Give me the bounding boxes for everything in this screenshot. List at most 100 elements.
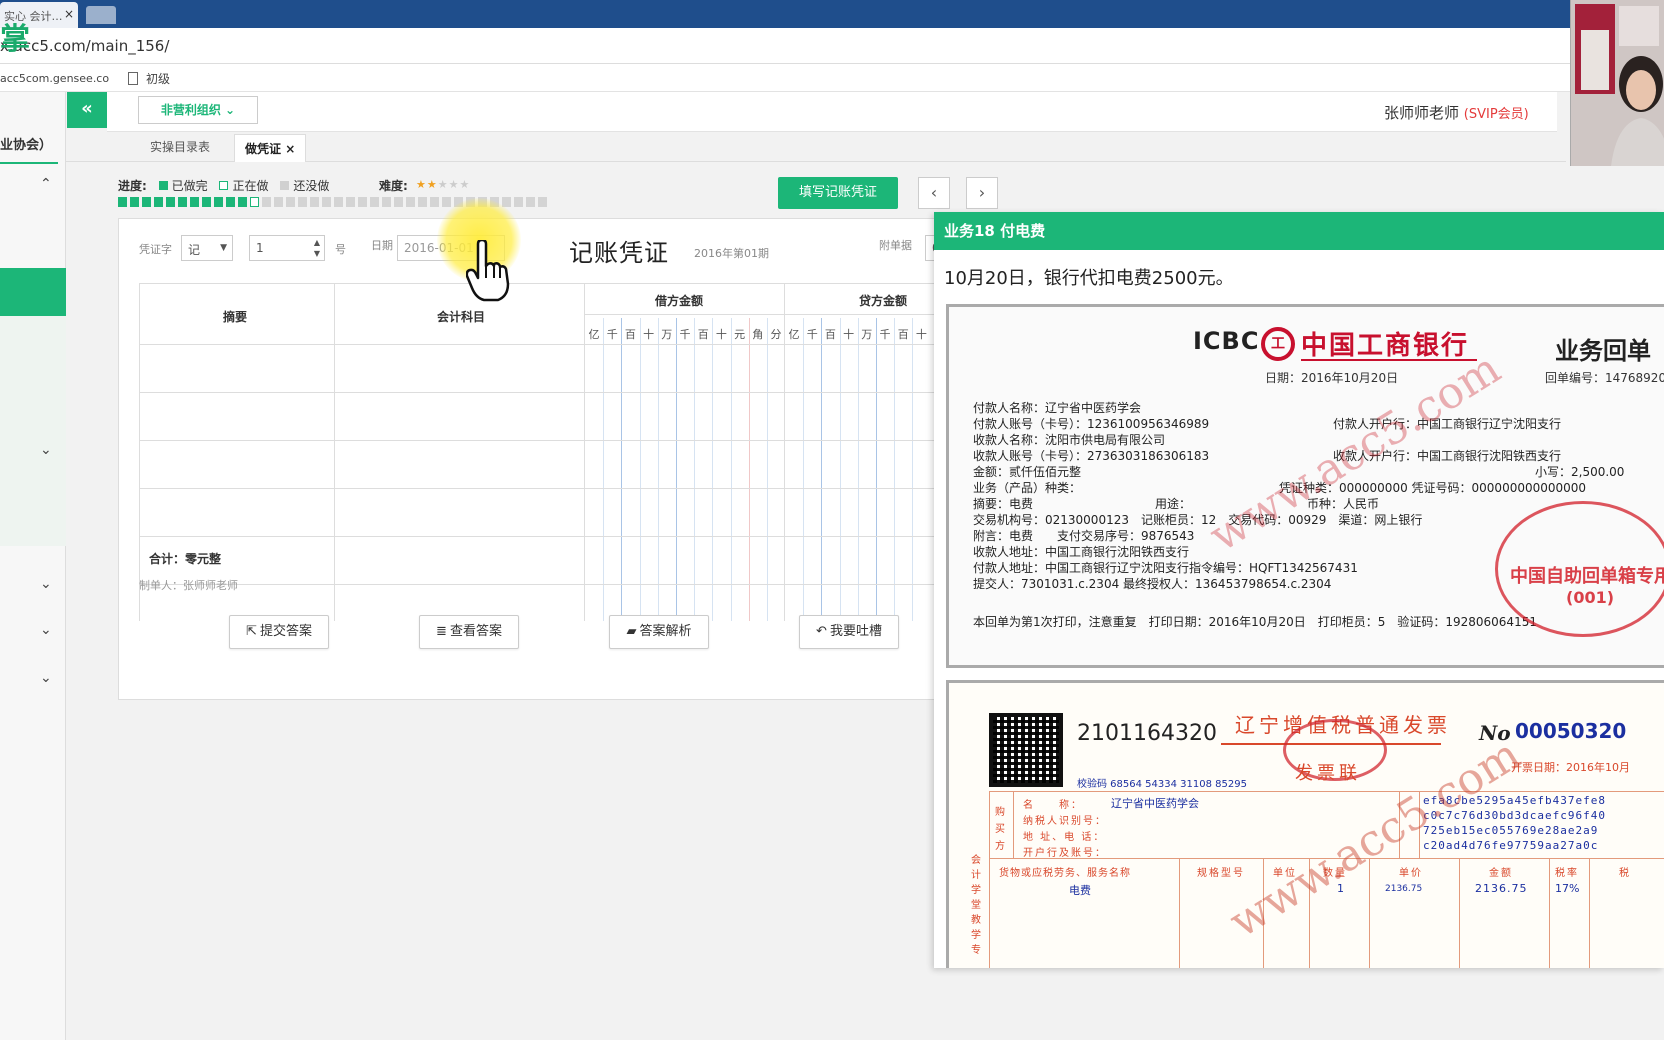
chevron-down-icon[interactable]: ⌄ xyxy=(40,622,52,638)
close-icon[interactable]: × xyxy=(285,142,295,156)
address-bar[interactable]: x.acc5.com/main_156/ xyxy=(0,28,1664,64)
voucher-row[interactable] xyxy=(139,392,937,393)
digit-label: 十 xyxy=(843,328,855,341)
progress-segment[interactable] xyxy=(238,197,247,207)
tab-practice-index[interactable]: 实操目录表 xyxy=(150,138,210,155)
digit-divider xyxy=(857,318,859,621)
progress-segment[interactable] xyxy=(178,197,187,207)
digit-label: 十 xyxy=(915,328,927,341)
buyer-side-label: 购买方 xyxy=(995,807,1007,852)
progress-segment[interactable] xyxy=(430,197,439,207)
app-header xyxy=(107,92,1557,132)
answer-analysis-button[interactable]: ▰ 答案解析 xyxy=(609,615,709,649)
chevron-down-icon[interactable]: ⌄ xyxy=(40,670,52,686)
chevron-down-icon[interactable]: ⌄ xyxy=(40,576,52,592)
sidebar-item-active[interactable] xyxy=(0,268,66,316)
external-link-icon: ⇱ xyxy=(246,624,257,639)
progress-segment[interactable] xyxy=(214,197,223,207)
invoice-number: 00050320 xyxy=(1515,719,1627,743)
voucher-period: 2016年第01期 xyxy=(694,247,769,260)
org-type-select[interactable]: 非营利组织 ⌄ xyxy=(138,96,258,124)
item-header-name: 货物或应税劳务、服务名称 xyxy=(999,868,1131,879)
bookmark-chuji[interactable]: 初级 xyxy=(128,70,170,87)
voucher-number-value: 1 xyxy=(256,241,264,255)
voucher-row[interactable] xyxy=(139,440,937,441)
chevron-up-icon[interactable]: ⌃ xyxy=(40,176,52,192)
screen: 实心 会计… × x.acc5.com/main_156/ 掌 acc5com.… xyxy=(0,0,1664,1040)
progress-segment[interactable] xyxy=(334,197,343,207)
progress-segment[interactable] xyxy=(202,197,211,207)
account-header: 会计科目 xyxy=(437,310,486,324)
progress-segment[interactable] xyxy=(166,197,175,207)
progress-segment[interactable] xyxy=(526,197,535,207)
new-tab-button[interactable] xyxy=(86,6,116,24)
progress-segment[interactable] xyxy=(346,197,355,207)
payer-address: 付款人地址：中国工商银行辽宁沈阳支行指令编号：HQFT1342567431 xyxy=(973,561,1358,575)
voucher-row[interactable] xyxy=(139,488,937,489)
submit-answer-button[interactable]: ⇱ 提交答案 xyxy=(229,615,329,649)
bank-receipt-image[interactable]: ICBC 工 中国工商银行 业务回单（ 日期：2016年10月20日 回单编号：… xyxy=(946,304,1664,668)
buyer-name-label: 名 称： xyxy=(1023,800,1083,811)
chevron-down-icon[interactable]: ⌄ xyxy=(40,442,52,458)
item-name: 电费 xyxy=(1069,884,1091,897)
progress-segment[interactable] xyxy=(118,197,127,207)
total-label: 合计：零元整 xyxy=(149,552,222,566)
stepper-arrows-icon[interactable]: ▲ ▼ xyxy=(314,237,320,259)
progress-segment[interactable] xyxy=(190,197,199,207)
star-icon: ★ xyxy=(459,178,471,191)
progress-segment[interactable] xyxy=(442,197,451,207)
fill-voucher-button[interactable]: 填写记账凭证 xyxy=(778,177,898,209)
digit-divider xyxy=(676,318,677,621)
vat-invoice-image[interactable]: 2101164320 辽宁增值税普通发票 发票联 No 00050320 开票日… xyxy=(946,680,1664,968)
progress-segment[interactable] xyxy=(298,197,307,207)
payer-account: 付款人账号（卡号）：1236100956346989 xyxy=(973,417,1210,431)
collapse-sidebar-button[interactable]: « xyxy=(67,92,107,128)
star-icon: ★ xyxy=(437,178,449,191)
digit-label: 百 xyxy=(897,328,909,341)
progress-segment[interactable] xyxy=(250,197,259,207)
view-answer-button[interactable]: ≣ 查看答案 xyxy=(419,615,519,649)
buyer-name: 辽宁省中医药学会 xyxy=(1111,797,1199,810)
progress-segment[interactable] xyxy=(226,197,235,207)
progress-segment[interactable] xyxy=(538,197,547,207)
close-icon[interactable]: × xyxy=(64,7,74,21)
progress-segment[interactable] xyxy=(418,197,427,207)
progress-segment[interactable] xyxy=(274,197,283,207)
progress-segment[interactable] xyxy=(130,197,139,207)
digit-label: 角 xyxy=(752,328,764,341)
summary-column xyxy=(139,284,335,621)
progress-segment[interactable] xyxy=(310,197,319,207)
amount-subheader-divider xyxy=(585,314,937,315)
sidebar-org-label[interactable]: 业协会） xyxy=(0,134,52,153)
digit-divider xyxy=(603,318,605,621)
voucher-word-select[interactable]: 记 ▼ xyxy=(181,235,233,261)
user-info[interactable]: 张师师老师 (SVIP会员) xyxy=(1384,102,1529,123)
bookmark-gensee[interactable]: acc5com.gensee.co xyxy=(0,72,109,85)
voucher-number-stepper[interactable]: 1 ▲ ▼ xyxy=(249,235,325,261)
progress-segment[interactable] xyxy=(322,197,331,207)
digit-divider xyxy=(839,318,841,621)
progress-segment[interactable] xyxy=(142,197,151,207)
next-button[interactable]: › xyxy=(966,177,998,209)
progress-segment[interactable] xyxy=(394,197,403,207)
tab-make-voucher[interactable]: 做凭证 × xyxy=(234,134,307,162)
feedback-button[interactable]: ↶ 我要吐槽 xyxy=(799,615,899,649)
progress-segment[interactable] xyxy=(382,197,391,207)
purpose-line: 用途： xyxy=(1155,497,1192,511)
progress-segment[interactable] xyxy=(154,197,163,207)
progress-segment[interactable] xyxy=(514,197,523,207)
progress-segment[interactable] xyxy=(370,197,379,207)
digit-divider xyxy=(803,318,805,621)
voucher-word-label: 凭证字 xyxy=(139,243,172,256)
progress-segment[interactable] xyxy=(358,197,367,207)
progress-segment[interactable] xyxy=(286,197,295,207)
digit-label: 分 xyxy=(770,328,782,341)
voucher-row[interactable] xyxy=(139,344,937,345)
prev-button[interactable]: ‹ xyxy=(918,177,950,209)
progress-segment[interactable] xyxy=(406,197,415,207)
user-name: 张师师老师 xyxy=(1384,104,1460,122)
voucher-table-bottom xyxy=(139,584,937,585)
progress-segment[interactable] xyxy=(262,197,271,207)
digit-label: 亿 xyxy=(788,328,800,341)
digit-label: 十 xyxy=(715,328,727,341)
